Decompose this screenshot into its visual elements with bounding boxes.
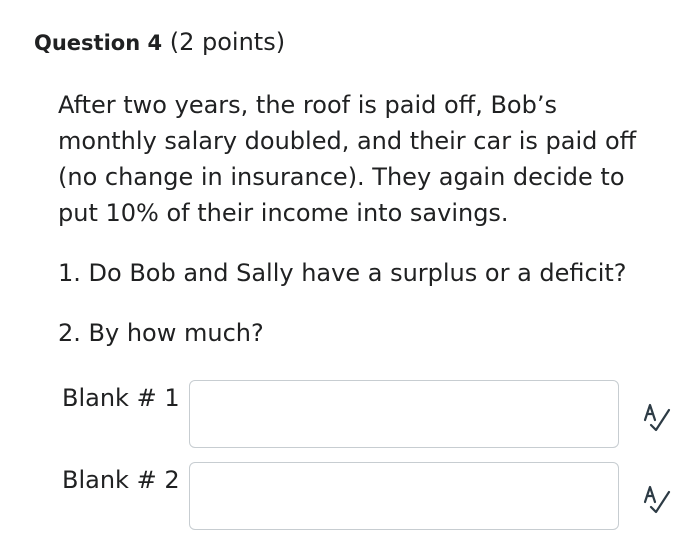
blank-row-2: Blank # 2 (62, 462, 682, 532)
prompt-item-2: 2. By how much? (58, 319, 264, 347)
blank-row-1: Blank # 1 (62, 380, 682, 450)
question-header: Question 4 (2 points) (34, 28, 285, 56)
question-points: (2 points) (169, 28, 286, 56)
blank-input-1[interactable] (189, 380, 619, 448)
prompt-item-1: 1. Do Bob and Sally have a surplus or a … (58, 259, 627, 287)
spellcheck-icon[interactable] (639, 482, 673, 516)
prompt-line: monthly salary doubled, and their car is… (58, 127, 637, 155)
blank-label-1: Blank # 1 (62, 384, 180, 412)
question-title: Question 4 (34, 31, 163, 55)
blank-label-2: Blank # 2 (62, 466, 180, 494)
prompt-line: (no change in insurance). They again dec… (58, 163, 625, 191)
prompt-line: put 10% of their income into savings. (58, 199, 509, 227)
blank-input-2[interactable] (189, 462, 619, 530)
prompt-paragraph: After two years, the roof is paid off, B… (58, 87, 658, 231)
spellcheck-icon[interactable] (639, 400, 673, 434)
question-prompt: After two years, the roof is paid off, B… (58, 87, 658, 351)
prompt-line: After two years, the roof is paid off, B… (58, 91, 557, 119)
